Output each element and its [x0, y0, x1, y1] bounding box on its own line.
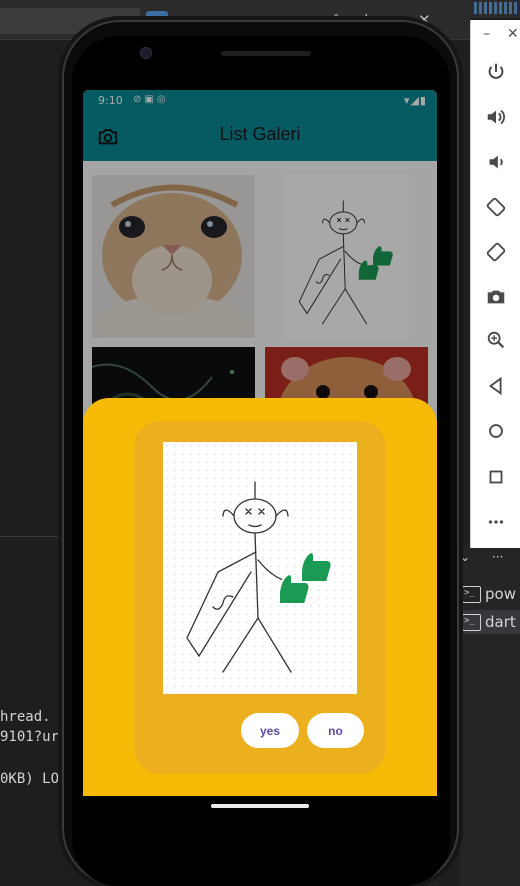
screenshot-icon — [487, 290, 505, 304]
rotate-left-button[interactable] — [471, 192, 520, 222]
power-button[interactable] — [471, 57, 520, 87]
terminal-tab[interactable]: >_ dart — [462, 610, 520, 634]
image-preview — [163, 442, 357, 694]
minimize-icon[interactable]: – — [483, 26, 490, 42]
terminal-panel-header: ⌄ ··· — [460, 550, 503, 564]
navigation-bar — [83, 796, 437, 836]
rotate-right-button[interactable] — [471, 237, 520, 267]
console-line: 0KB) LO — [0, 771, 60, 787]
earpiece-speaker — [221, 51, 311, 56]
yes-button[interactable]: yes — [241, 713, 299, 748]
back-icon — [488, 376, 502, 396]
console-line: 9101?ur — [0, 729, 60, 745]
zoom-button[interactable] — [471, 325, 520, 355]
power-icon — [488, 63, 504, 79]
home-indicator[interactable] — [211, 804, 309, 808]
home-icon — [489, 424, 503, 438]
volume-up-icon — [487, 109, 505, 125]
emulator-titlebar — [470, 0, 520, 18]
back-button[interactable] — [471, 371, 520, 401]
rotate-right-icon — [486, 242, 506, 262]
home-button[interactable] — [471, 416, 520, 446]
terminal-icon: >_ — [462, 613, 481, 631]
stickman-drawing — [186, 481, 333, 673]
overview-icon — [489, 470, 503, 484]
more-icon[interactable]: ··· — [492, 550, 503, 564]
close-icon[interactable]: ✕ — [507, 26, 519, 42]
rotate-left-icon — [486, 197, 506, 217]
terminal-tab-label: pow — [485, 585, 516, 603]
console-line: hread. — [0, 709, 51, 725]
terminal-icon: >_ — [462, 585, 481, 603]
volume-down-icon — [489, 155, 503, 169]
no-button[interactable]: no — [307, 713, 364, 748]
front-camera — [140, 47, 152, 59]
volume-up-button[interactable] — [471, 102, 520, 132]
terminal-tab-label: dart — [485, 613, 516, 631]
more-icon — [488, 520, 504, 524]
terminal-tab[interactable]: >_ pow — [462, 582, 520, 606]
zoom-icon — [487, 331, 505, 349]
chevron-down-icon[interactable]: ⌄ — [460, 550, 470, 564]
more-button[interactable] — [471, 507, 520, 537]
volume-down-button[interactable] — [471, 147, 520, 177]
emulator-toolbar: – ✕ — [470, 20, 520, 548]
screenshot-button[interactable] — [471, 282, 520, 312]
overview-button[interactable] — [471, 462, 520, 492]
